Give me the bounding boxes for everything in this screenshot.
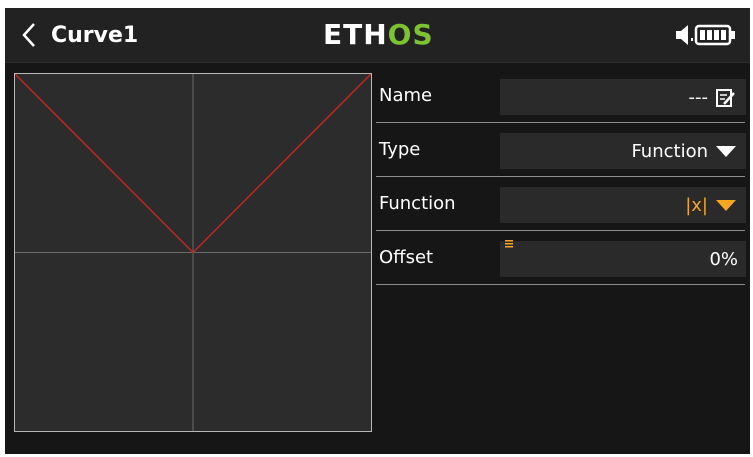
offset-value: 0% <box>709 249 738 270</box>
header-bar: Curve1 ETHOS <box>5 8 750 63</box>
type-label: Type <box>379 139 421 160</box>
curve-graph <box>14 73 372 432</box>
screen: Curve1 ETHOS Name --- Type Function Func… <box>5 8 750 454</box>
offset-label: Offset <box>379 247 434 268</box>
dropdown-arrow-icon <box>716 200 736 211</box>
ethos-logo: ETHOS <box>323 18 434 52</box>
dropdown-arrow-icon <box>716 146 736 157</box>
logo-text-os: OS <box>387 18 434 51</box>
name-label: Name <box>379 85 433 106</box>
speaker-icon <box>676 25 693 45</box>
page-title: Curve1 <box>51 22 139 48</box>
battery-icon <box>694 24 735 46</box>
back-button[interactable]: Curve1 <box>19 18 159 52</box>
offset-row: Offset 0% <box>376 234 746 285</box>
edit-icon[interactable] <box>716 89 736 107</box>
name-value: --- <box>688 87 709 108</box>
type-value: Function <box>631 141 708 162</box>
curve-plot <box>15 74 371 431</box>
function-dropdown[interactable]: |x| <box>500 187 746 223</box>
offset-field[interactable]: 0% <box>500 240 746 277</box>
logo-text-eth: ETH <box>323 18 388 51</box>
function-row: Function |x| <box>376 180 746 231</box>
type-row: Type Function <box>376 126 746 177</box>
name-field[interactable]: --- <box>500 79 746 115</box>
function-label: Function <box>379 193 456 214</box>
status-icons <box>676 24 735 46</box>
chevron-left-icon <box>22 23 35 47</box>
function-value: |x| <box>685 195 708 216</box>
menu-lines-icon <box>505 240 513 248</box>
name-row: Name --- <box>376 72 746 123</box>
type-dropdown[interactable]: Function <box>500 133 746 169</box>
